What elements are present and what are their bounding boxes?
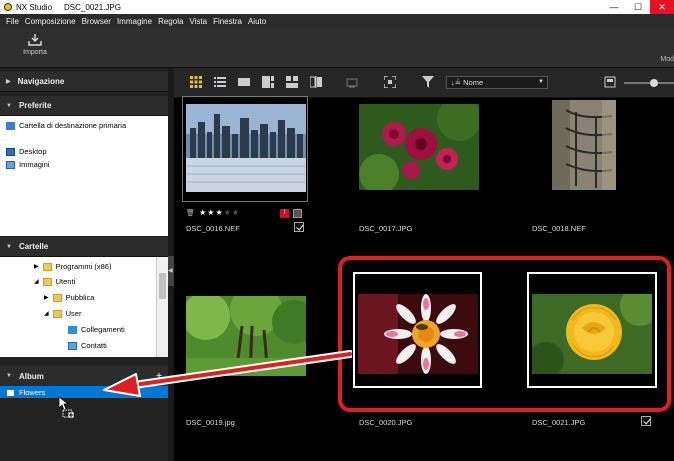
minimize-button[interactable]: — (602, 0, 626, 14)
folder-icon (42, 277, 52, 286)
favorite-images[interactable]: Immagini (6, 160, 49, 169)
folder-programmi-x86[interactable]: ▶ Programmi (x86) (34, 262, 111, 271)
raw-file-icon (293, 209, 302, 218)
thumbnail-image-city-skyline[interactable] (186, 104, 306, 192)
menu-vista[interactable]: Vista (189, 17, 207, 26)
thumbnail-filename: DSC_0021.JPG (532, 418, 586, 427)
menu-finestra[interactable]: Finestra (213, 17, 242, 26)
view-toolbar: ↓≟ Nome ▼ (174, 68, 674, 98)
compare-view-icon[interactable] (286, 76, 298, 88)
slider-handle[interactable] (650, 79, 658, 87)
favorites-list: Cartella di destinazione primaria Deskto… (0, 116, 168, 236)
menu-regola[interactable]: Regola (158, 17, 183, 26)
drag-direction-arrow-icon (103, 350, 352, 397)
mode-label: Mod (660, 56, 674, 63)
collapse-arrow-icon: ▼ (6, 243, 12, 250)
main-toolbar: Importa Mod (0, 28, 674, 68)
label-badge: ! (280, 209, 289, 218)
menu-file[interactable]: File (6, 17, 19, 26)
sort-dropdown[interactable]: ↓≟ Nome ▼ (446, 76, 548, 89)
delete-flag-icon[interactable]: 🗑 (186, 210, 196, 217)
folders-tree: ▶ Programmi (x86) ◢ Utenti ▶ Pubblica ◢ … (0, 257, 168, 357)
thumbnail-filename: DSC_0018.NEF (532, 224, 586, 233)
expand-arrow-icon: ▶ (34, 264, 39, 270)
rating-empty-stars[interactable]: ★★ (224, 208, 240, 217)
display-options-icon[interactable] (346, 76, 358, 88)
select-checkbox[interactable] (641, 416, 651, 426)
pictures-icon (6, 160, 15, 169)
thumbnail-filename: DSC_0017.JPG (359, 224, 413, 233)
window-file-title: DSC_0021.JPG (64, 2, 121, 12)
folder-contatti[interactable]: Contatti (68, 341, 107, 350)
album-icon (6, 388, 15, 397)
folder-icon (52, 293, 62, 302)
fullscreen-icon[interactable] (384, 76, 396, 88)
thumbnail-grid-icon[interactable] (190, 76, 202, 88)
thumbnail-filename: DSC_0020.JPG (359, 418, 413, 427)
favorites-header[interactable]: ▼ Preferite (0, 96, 168, 116)
rating-stars[interactable]: ★★★ (199, 208, 224, 217)
folder-pubblica[interactable]: ▶ Pubblica (44, 293, 94, 302)
sort-value: Nome (463, 78, 484, 87)
folder-user[interactable]: ◢ User (44, 309, 81, 318)
import-label: Importa (23, 49, 47, 56)
expand-arrow-icon: ▶ (6, 79, 11, 85)
folder-collegamenti[interactable]: Collegamenti (68, 325, 125, 334)
list-view-icon[interactable] (214, 76, 226, 88)
thumbnail-image-park-benches[interactable] (552, 100, 616, 190)
maximize-button[interactable]: ☐ (626, 0, 650, 14)
before-after-view-icon[interactable] (310, 76, 322, 88)
collapse-left-icon: ◀ (168, 268, 173, 274)
close-button[interactable]: ✕ (650, 0, 674, 14)
folder-icon (52, 309, 62, 318)
navigation-header[interactable]: ▶ Navigazione (0, 72, 168, 92)
sort-order-icon: ↓≟ (451, 78, 462, 87)
thumbnail-filename: DSC_0016.NEF (186, 224, 240, 233)
folders-scrollbar[interactable] (156, 257, 168, 357)
menu-immagine[interactable]: Immagine (117, 17, 152, 26)
menu-aiuto[interactable]: Aiuto (248, 17, 266, 26)
menu-bar: File Composizione Browser Immagine Regol… (0, 14, 674, 28)
collapse-arrow-icon: ▼ (6, 373, 12, 379)
menu-composizione[interactable]: Composizione (25, 17, 76, 26)
thumbnail-grid: 🗑 ★★★★★ ! DSC_0016.NEF DSC_0017.JPG DSC_… (174, 96, 674, 461)
thumbnail-size-icon[interactable] (604, 76, 616, 88)
select-checkbox[interactable] (294, 222, 304, 232)
filter-icon[interactable] (422, 76, 434, 88)
chevron-down-icon: ▼ (538, 79, 544, 85)
thumbnail-image-pink-daisy[interactable] (358, 294, 478, 374)
import-icon (28, 34, 42, 46)
collapse-arrow-icon: ◢ (44, 311, 49, 317)
folders-header[interactable]: ▼ Cartelle (0, 237, 168, 257)
link-arrow-icon (68, 325, 77, 334)
app-name: NX Studio (16, 2, 53, 12)
desktop-icon (6, 147, 15, 156)
favorite-desktop[interactable]: Desktop (6, 147, 47, 156)
collapse-arrow-icon: ▼ (6, 102, 12, 109)
favorite-primary-destination[interactable]: Cartella di destinazione primaria (6, 121, 126, 130)
thumbnail-filename: DSC_0019.jpg (186, 418, 235, 427)
collapse-arrow-icon: ◢ (34, 279, 39, 285)
import-button[interactable]: Importa (18, 34, 52, 56)
folder-icon (42, 262, 52, 271)
thumbnail-image-yellow-rose[interactable] (532, 294, 652, 374)
app-logo-icon (4, 3, 12, 11)
filmstrip-view-icon[interactable] (262, 76, 274, 88)
left-panel: ▶ Navigazione ▼ Preferite Cartella di de… (0, 68, 168, 461)
single-image-view-icon[interactable] (238, 76, 250, 88)
drag-cursor-icon (58, 396, 75, 418)
folder-utenti[interactable]: ◢ Utenti (34, 277, 75, 286)
thumbnail-size-slider[interactable] (624, 79, 674, 87)
thumbnail-image-red-flowers[interactable] (359, 104, 479, 190)
scroll-thumb[interactable] (159, 273, 166, 299)
title-bar: NX Studio DSC_0021.JPG — ☐ ✕ (0, 0, 674, 14)
menu-browser[interactable]: Browser (82, 17, 111, 26)
expand-arrow-icon: ▶ (44, 295, 49, 301)
computer-icon (6, 121, 15, 130)
contacts-icon (68, 341, 77, 350)
